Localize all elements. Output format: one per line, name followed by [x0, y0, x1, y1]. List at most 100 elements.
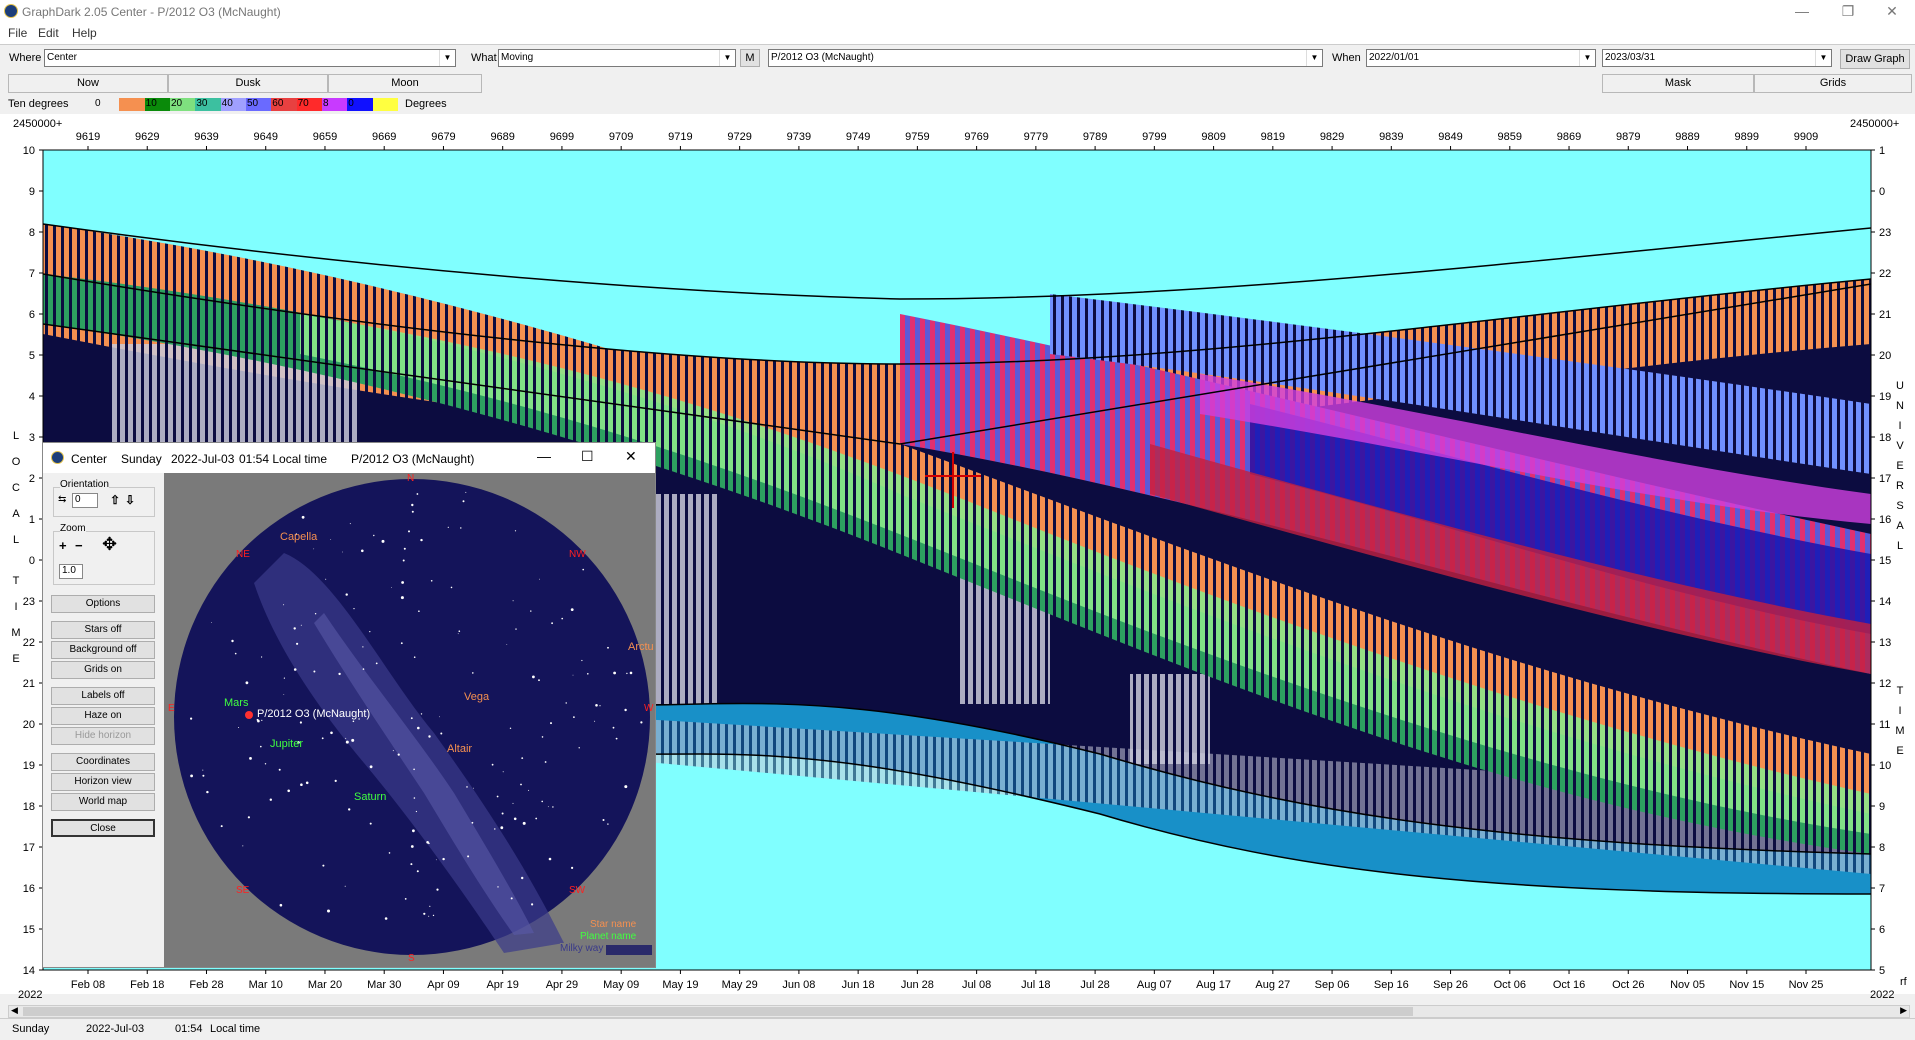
stars-off-button[interactable]: Stars off [51, 621, 155, 639]
end-date-select[interactable]: 2023/03/31 ▼ [1602, 49, 1832, 67]
zoom-input[interactable]: 1.0 [59, 564, 83, 579]
star-dot [522, 821, 526, 825]
zoom-in-icon[interactable]: + [59, 538, 67, 553]
coordinates-button[interactable]: Coordinates [51, 753, 155, 771]
draw-graph-button[interactable]: Draw Graph [1840, 49, 1910, 69]
planet-label-saturn: Saturn [354, 791, 387, 803]
star-dot [373, 534, 375, 537]
sky-maximize-button[interactable]: ☐ [581, 448, 594, 465]
sky-chart[interactable]: N NE NW E W SE SW S Capella Vega Arctu M… [164, 473, 655, 967]
star-dot [369, 631, 371, 633]
orientation-input[interactable]: 0 [72, 493, 98, 508]
right-axis-title-letter: A [1896, 520, 1904, 532]
now-button[interactable]: Now [8, 74, 168, 93]
top-tick-label: 9819 [1261, 131, 1285, 143]
star-dot [220, 825, 223, 828]
grids-button[interactable]: Grids [1754, 74, 1912, 93]
hide-horizon-button[interactable]: Hide horizon [51, 727, 155, 745]
star-dot [423, 912, 426, 915]
star-dot [531, 903, 534, 906]
star-dot [353, 608, 355, 610]
minimize-button[interactable]: — [1779, 0, 1825, 24]
background-off-button[interactable]: Background off [51, 641, 155, 659]
arrow-down-icon[interactable]: ⇩ [125, 493, 135, 507]
bottom-tick-label: Sep 16 [1374, 979, 1409, 991]
star-dot [624, 785, 628, 789]
star-dot [541, 800, 543, 803]
star-dot [436, 888, 439, 891]
star-dot [412, 829, 415, 833]
menu-edit[interactable]: Edit [38, 26, 59, 40]
top-tick-label: 9689 [490, 131, 514, 143]
star-dot [345, 737, 347, 739]
what-select[interactable]: Moving ▼ [498, 49, 736, 67]
zoom-out-icon[interactable]: − [75, 538, 83, 553]
star-dot [541, 736, 544, 738]
grids-on-button[interactable]: Grids on [51, 661, 155, 679]
dusk-button[interactable]: Dusk [168, 74, 328, 93]
bottom-tick-label: Nov 05 [1670, 979, 1705, 991]
menu-help[interactable]: Help [72, 26, 97, 40]
left-tick-label: 17 [23, 842, 35, 854]
left-tick-label: 0 [29, 555, 35, 567]
star-dot [572, 674, 574, 676]
options-button[interactable]: Options [51, 595, 155, 613]
rotate-icon[interactable]: ⇆ [58, 494, 66, 505]
where-select[interactable]: Center ▼ [44, 49, 456, 67]
scroll-thumb[interactable] [23, 1007, 1413, 1016]
m-button[interactable]: M [740, 49, 760, 67]
object-value: P/2012 O3 (McNaught) [771, 52, 874, 63]
top-tick-label: 9899 [1735, 131, 1759, 143]
scroll-right-icon[interactable]: ▶ [1900, 1005, 1907, 1016]
bottom-tick-label: May 09 [603, 979, 639, 991]
menu-file[interactable]: File [8, 26, 27, 40]
star-dot [538, 679, 540, 682]
object-select[interactable]: P/2012 O3 (McNaught) ▼ [768, 49, 1323, 67]
sky-minimize-button[interactable]: — [537, 448, 551, 464]
left-tick-label: 22 [23, 637, 35, 649]
bottom-tick-label: Apr 19 [486, 979, 518, 991]
left-tick-label: 18 [23, 801, 35, 813]
close-button[interactable]: ✕ [1869, 0, 1915, 24]
star-dot [535, 817, 538, 820]
sky-close-button[interactable]: ✕ [625, 448, 637, 465]
orientation-group: Orientation ⇆ 0 ⇧ ⇩ [53, 479, 155, 517]
labels-off-button[interactable]: Labels off [51, 687, 155, 705]
horizon-view-button[interactable]: Horizon view [51, 773, 155, 791]
legend-swatch: 50 [245, 98, 272, 111]
menu-bar: File Edit Help [0, 24, 1915, 44]
legend-swatch-label: 20 [170, 98, 183, 109]
pan-arrows-icon[interactable]: ✥ [102, 534, 117, 555]
legend-swatch-label: 40 [221, 98, 233, 109]
right-tick-label: 8 [1879, 842, 1885, 854]
horizontal-scrollbar[interactable]: ◀ ▶ [8, 1005, 1910, 1018]
arrow-up-icon[interactable]: ⇧ [110, 493, 120, 507]
toolbar: Where Center ▼ What Moving ▼ M P/2012 O3 (… [0, 44, 1915, 75]
left-tick-label: 7 [29, 268, 35, 280]
star-dot [497, 886, 499, 888]
scroll-left-icon[interactable]: ◀ [11, 1005, 18, 1016]
star-dot [420, 538, 423, 542]
world-map-button[interactable]: World map [51, 793, 155, 811]
star-dot [466, 786, 468, 788]
comet-marker[interactable] [245, 711, 253, 719]
legend-swatch: 0 [347, 98, 373, 111]
when-label: When [1332, 52, 1361, 64]
status-time-label: Local time [210, 1023, 261, 1035]
planet-label-mars: Mars [224, 697, 249, 709]
star-dot [428, 842, 430, 845]
moon-button[interactable]: Moon [328, 74, 482, 93]
restore-button[interactable]: ❐ [1825, 0, 1871, 24]
left-tick-label: 5 [29, 350, 35, 362]
bottom-tick-label: Oct 16 [1553, 979, 1585, 991]
start-date-select[interactable]: 2022/01/01 ▼ [1366, 49, 1596, 67]
star-dot [397, 753, 400, 756]
compass-s: S [408, 953, 415, 964]
close-sky-button[interactable]: Close [51, 819, 155, 837]
star-dot [345, 740, 349, 744]
sky-view-window[interactable]: Center Sunday 2022-Jul-03 01:54 Local ti… [42, 442, 656, 968]
left-axis-title-letter: L [13, 430, 19, 442]
mask-button[interactable]: Mask [1602, 74, 1754, 93]
haze-on-button[interactable]: Haze on [51, 707, 155, 725]
star-dot [471, 821, 474, 824]
